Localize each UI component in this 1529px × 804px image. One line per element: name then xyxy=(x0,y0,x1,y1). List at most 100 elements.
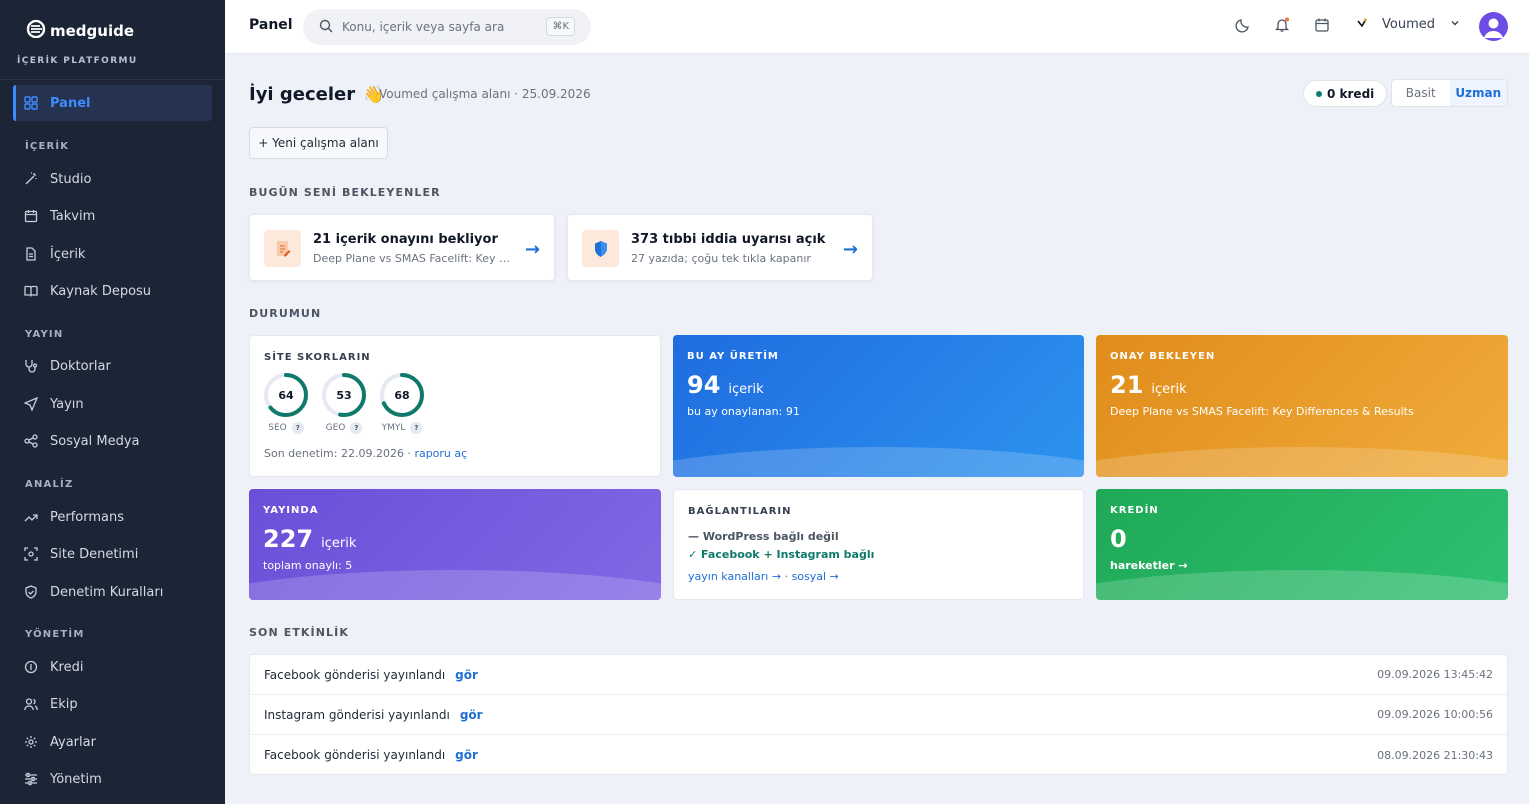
user-menu[interactable]: Voumed xyxy=(1357,17,1460,32)
brand-subtitle: İÇERİK PLATFORMU xyxy=(17,56,138,66)
open-report-link[interactable]: raporu aç xyxy=(414,447,467,460)
sidebar-item-denetim-kurallari[interactable]: Denetim Kuralları xyxy=(13,574,212,610)
help-icon[interactable]: ? xyxy=(350,422,363,434)
sidebar-item-kaynak-deposu[interactable]: Kaynak Deposu xyxy=(13,273,212,309)
sidebar-item-label: Kaynak Deposu xyxy=(50,283,152,299)
sidebar-item-ayarlar[interactable]: Ayarlar xyxy=(13,724,212,760)
last-audit: Son denetim: 22.09.2026 · raporu aç xyxy=(264,447,467,460)
transactions-link[interactable]: hareketler → xyxy=(1110,559,1188,572)
sidebar-divider xyxy=(0,79,225,80)
status-dot xyxy=(1316,90,1322,97)
calendar-icon xyxy=(1314,17,1330,37)
score-value: 53 xyxy=(336,389,351,402)
search-bar[interactable]: ⌘K xyxy=(303,9,591,45)
help-icon[interactable]: ? xyxy=(291,422,304,434)
activity-text: Instagram gönderisi yayınlandı xyxy=(264,707,450,722)
brand-logo[interactable]: medguide xyxy=(25,19,135,42)
bell-icon xyxy=(1274,17,1290,37)
sidebar-item-label: Yönetim xyxy=(50,771,102,787)
nav-section-title: YÖNETİM xyxy=(25,629,85,640)
activity-list: Facebook gönderisi yayınlandı gör 09.09.… xyxy=(249,654,1508,775)
card-metric: 21 içerik xyxy=(1110,371,1187,399)
notifications-button[interactable] xyxy=(1272,17,1292,37)
card-label: BAĞLANTILARIN xyxy=(688,506,792,517)
nav-section-title: YAYIN xyxy=(25,329,64,340)
avatar[interactable] xyxy=(1479,12,1508,41)
activity-row: Facebook gönderisi yayınlandı gör 08.09.… xyxy=(250,735,1507,775)
score-name: YMYL xyxy=(381,423,406,433)
score-gauge-ymyl[interactable]: 68 YMYL? xyxy=(379,372,425,434)
new-workspace-button[interactable]: + Yeni çalışma alanı xyxy=(249,127,388,159)
score-label: SEO? xyxy=(263,422,309,434)
calendar-button[interactable] xyxy=(1312,17,1332,37)
mode-expert-button[interactable]: Uzman xyxy=(1449,80,1507,106)
activity-time: 09.09.2026 10:00:56 xyxy=(1377,708,1493,721)
sidebar-item-label: Kredi xyxy=(50,659,84,675)
greeting: İyi geceler 👋 xyxy=(249,84,384,105)
sidebar-item-yayin[interactable]: Yayın xyxy=(13,386,212,422)
sidebar-item-label: Yayın xyxy=(50,396,84,412)
share-icon xyxy=(23,433,39,449)
users-icon xyxy=(23,696,39,712)
medical-claims-card[interactable]: 373 tıbbi iddia uyarısı açık 27 yazıda; … xyxy=(567,214,873,281)
card-subtitle: 27 yazıda; çoğu tek tıkla kapanır xyxy=(631,252,811,265)
brand-name: medguide xyxy=(50,22,135,40)
arrow-right-icon: → xyxy=(842,239,858,260)
card-label: SİTE SKORLARIN xyxy=(264,352,371,363)
nav-section-title: ANALİZ xyxy=(25,479,74,490)
help-icon[interactable]: ? xyxy=(410,422,423,434)
mode-switch: Basit Uzman xyxy=(1391,79,1508,107)
metric-value: 227 xyxy=(263,525,314,553)
sidebar-item-panel[interactable]: Panel xyxy=(13,85,212,121)
production-card[interactable]: BU AY ÜRETİM 94 içerik bu ay onaylanan: 9… xyxy=(673,335,1084,477)
credit-badge[interactable]: 0 kredi xyxy=(1303,80,1388,107)
sidebar-item-takvim[interactable]: Takvim xyxy=(13,198,212,234)
sidebar-item-studio[interactable]: Studio xyxy=(13,161,212,197)
search-input[interactable] xyxy=(342,20,532,34)
score-name: GEO xyxy=(325,423,346,433)
sidebar-item-yonetim[interactable]: Yönetim xyxy=(13,761,212,797)
credit-card[interactable]: KREDİN 0 hareketler → xyxy=(1096,489,1508,600)
view-link[interactable]: gör xyxy=(460,708,483,722)
view-link[interactable]: gör xyxy=(455,748,478,762)
sidebar-item-site-denetimi[interactable]: Site Denetimi xyxy=(13,536,212,572)
publish-channels-link[interactable]: yayın kanalları → xyxy=(688,570,781,583)
score-gauge-geo[interactable]: 53 GEO? xyxy=(321,372,367,434)
sidebar-item-ekip[interactable]: Ekip xyxy=(13,686,212,722)
moon-icon xyxy=(1235,17,1251,37)
pending-approval-card[interactable]: 21 içerik onayını bekliyor Deep Plane vs… xyxy=(249,214,555,281)
sidebar-item-icerik[interactable]: İçerik xyxy=(13,236,212,272)
card-title: 373 tıbbi iddia uyarısı açık xyxy=(631,232,826,247)
book-open-icon xyxy=(23,283,39,299)
theme-toggle-button[interactable] xyxy=(1233,17,1253,37)
view-link[interactable]: gör xyxy=(455,668,478,682)
stethoscope-icon xyxy=(23,358,39,374)
section-title-status: DURUMUN xyxy=(249,307,322,320)
greeting-title: İyi geceler xyxy=(249,84,356,105)
gear-icon xyxy=(23,734,39,750)
sidebar-item-performans[interactable]: Performans xyxy=(13,499,212,535)
mode-basic-button[interactable]: Basit xyxy=(1392,80,1450,106)
card-metric: 227 içerik xyxy=(263,525,356,553)
sidebar-item-label: Performans xyxy=(50,509,125,525)
social-link[interactable]: sosyal → xyxy=(792,570,839,583)
coin-icon xyxy=(23,659,39,675)
score-gauge-seo[interactable]: 64 SEO? xyxy=(263,372,309,434)
card-label: BU AY ÜRETİM xyxy=(687,351,779,362)
decorative-wave xyxy=(249,570,661,600)
sidebar-item-kredi[interactable]: Kredi xyxy=(13,649,212,685)
score-value: 68 xyxy=(394,389,409,402)
decorative-wave xyxy=(1096,570,1508,600)
workspace-subtitle: Voumed çalışma alanı · 25.09.2026 xyxy=(379,87,591,101)
sidebar-item-doktorlar[interactable]: Doktorlar xyxy=(13,348,212,384)
calendar-icon xyxy=(23,208,39,224)
card-title: 21 içerik onayını bekliyor xyxy=(313,232,498,247)
sidebar-item-label: Sosyal Medya xyxy=(50,433,140,449)
pending-card[interactable]: ONAY BEKLEYEN 21 içerik Deep Plane vs SMA… xyxy=(1096,335,1508,477)
activity-row: Facebook gönderisi yayınlandı gör 09.09.… xyxy=(250,655,1507,695)
published-card[interactable]: YAYINDA 227 içerik toplam onaylı: 5 xyxy=(249,489,661,600)
shield-check-icon xyxy=(23,584,39,600)
metric-value: 0 xyxy=(1110,525,1127,553)
sidebar-item-sosyal-medya[interactable]: Sosyal Medya xyxy=(13,423,212,459)
workspace-logo-icon xyxy=(1357,17,1367,32)
